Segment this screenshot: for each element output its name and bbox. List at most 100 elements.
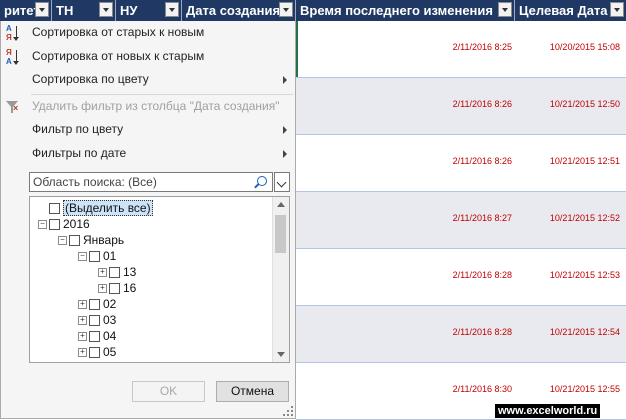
collapse-icon[interactable]: − — [78, 252, 87, 261]
checkbox[interactable] — [89, 299, 100, 310]
sort-icon-letter-top: А — [6, 24, 12, 33]
target-cell[interactable]: 10/21/2015 12:50 — [550, 99, 620, 109]
search-input[interactable]: Область поиска: (Все) — [29, 172, 273, 192]
checkbox[interactable] — [89, 331, 100, 342]
scroll-up-icon[interactable] — [277, 202, 285, 207]
filter-dropdown-button-active[interactable] — [279, 2, 293, 17]
menu-item-label: Сортировка по цвету — [32, 72, 149, 86]
submenu-arrow-icon — [283, 150, 287, 158]
checkbox[interactable] — [89, 315, 100, 326]
target-cell[interactable]: 10/21/2015 12:55 — [550, 384, 620, 394]
menu-item-label: Сортировка от новых к старым — [32, 49, 205, 63]
column-header-row: ритет ТН НУ Дата создания Время последне… — [0, 0, 626, 21]
target-cell[interactable]: 10/21/2015 12:52 — [550, 213, 620, 223]
sort-icon-letter-bottom: А — [6, 57, 12, 66]
tree-node-label: 01 — [103, 249, 117, 263]
checkbox[interactable] — [89, 347, 100, 358]
menu-item-clear-filter: × Удалить фильтр из столбца "Дата создан… — [1, 95, 295, 118]
checkbox[interactable] — [69, 235, 80, 246]
tree-node-label: 2016 — [63, 217, 90, 231]
table-row[interactable]: 2/11/2016 8:27 10/21/2015 12:52 — [296, 192, 626, 249]
checkbox[interactable] — [109, 267, 120, 278]
target-cell[interactable]: 10/21/2015 12:51 — [550, 156, 620, 166]
filter-dropdown-button[interactable] — [99, 2, 113, 17]
watermark: www.excelworld.ru — [495, 404, 601, 418]
column-header-target-label: Целевая Дата — [519, 3, 608, 18]
menu-item-sort-by-color[interactable]: Сортировка по цвету — [1, 68, 295, 91]
tree-node-label: 04 — [103, 329, 117, 343]
tree-node-label: (Выделить все) — [63, 200, 153, 216]
column-header-nu-label: НУ — [120, 3, 138, 18]
table-row[interactable]: 2/11/2016 8:26 10/21/2015 12:51 — [296, 135, 626, 192]
tree-node-label: 16 — [123, 281, 137, 295]
expand-icon[interactable]: + — [78, 300, 87, 309]
column-header-modified-label: Время последнего изменения — [300, 3, 493, 18]
menu-item-date-filters[interactable]: Фильтры по дате — [1, 142, 295, 165]
modified-cell[interactable]: 2/11/2016 8:25 — [453, 42, 512, 52]
checkbox[interactable] — [49, 219, 60, 230]
filter-dropdown-button[interactable] — [35, 2, 49, 17]
menu-item-filter-by-color[interactable]: Фильтр по цвету — [1, 118, 295, 141]
table-row[interactable]: 2/11/2016 8:26 10/21/2015 12:50 — [296, 78, 626, 135]
scroll-down-icon[interactable] — [277, 352, 285, 357]
column-header-created-label: Дата создания — [186, 3, 281, 18]
menu-item-sort-new-old[interactable]: Я А Сортировка от новых к старым — [1, 45, 295, 68]
expand-icon[interactable]: + — [98, 268, 107, 277]
filter-dropdown-button[interactable] — [165, 2, 179, 17]
scroll-thumb[interactable] — [275, 215, 286, 253]
filter-dropdown-button[interactable] — [610, 2, 624, 17]
menu-item-sort-old-new[interactable]: А Я Сортировка от старых к новым — [1, 21, 295, 44]
tree-node-label: 05 — [103, 345, 117, 359]
submenu-arrow-icon — [283, 76, 287, 84]
target-cell[interactable]: 10/20/2015 15:08 — [550, 42, 620, 52]
column-header-priority[interactable]: ритет — [0, 0, 52, 21]
cancel-button[interactable]: Отмена — [216, 381, 289, 402]
column-header-tn[interactable]: ТН — [52, 0, 116, 21]
modified-cell[interactable]: 2/11/2016 8:28 — [453, 270, 512, 280]
tree-node-label: Январь — [83, 233, 125, 247]
column-header-nu[interactable]: НУ — [116, 0, 182, 21]
table-row[interactable]: 2/11/2016 8:28 10/21/2015 12:53 — [296, 249, 626, 306]
modified-cell[interactable]: 2/11/2016 8:30 — [453, 384, 512, 394]
autofilter-menu: А Я Сортировка от старых к новым Я А Сор… — [0, 21, 296, 419]
modified-cell[interactable]: 2/11/2016 8:26 — [453, 156, 512, 166]
search-icon[interactable] — [257, 176, 267, 186]
column-header-modified[interactable]: Время последнего изменения — [296, 0, 515, 21]
submenu-arrow-icon — [283, 126, 287, 134]
search-scope-dropdown[interactable] — [274, 172, 290, 192]
column-header-tn-label: ТН — [56, 3, 74, 18]
modified-cell[interactable]: 2/11/2016 8:27 — [453, 213, 512, 223]
menu-item-label: Сортировка от старых к новым — [32, 25, 205, 39]
tree-node-label: 03 — [103, 313, 117, 327]
sort-icon-letter-top: Я — [6, 48, 12, 57]
tree-scrollbar[interactable] — [272, 197, 289, 362]
sort-icon-letter-bottom: Я — [6, 33, 12, 42]
checkbox[interactable] — [89, 251, 100, 262]
menu-item-label: Фильтр по цвету — [32, 122, 124, 136]
menu-item-label: Фильтры по дате — [32, 146, 127, 160]
expand-icon[interactable]: + — [78, 332, 87, 341]
table-row[interactable]: 2/11/2016 8:25 10/20/2015 15:08 — [296, 21, 626, 78]
target-cell[interactable]: 10/21/2015 12:54 — [550, 327, 620, 337]
resize-grip-icon[interactable] — [283, 406, 293, 416]
tree-node-label: 02 — [103, 297, 117, 311]
expand-icon[interactable]: + — [98, 284, 107, 293]
checkbox[interactable] — [109, 283, 120, 294]
filter-value-tree: (Выделить все) − 2016 − Январь − 01 + 13… — [29, 196, 290, 363]
expand-icon[interactable]: + — [78, 348, 87, 357]
table-row[interactable]: 2/11/2016 8:28 10/21/2015 12:54 — [296, 306, 626, 363]
clear-filter-x-icon: × — [13, 103, 19, 113]
column-header-created[interactable]: Дата создания — [182, 0, 296, 21]
target-cell[interactable]: 10/21/2015 12:53 — [550, 270, 620, 280]
modified-cell[interactable]: 2/11/2016 8:26 — [453, 99, 512, 109]
filter-dropdown-button[interactable] — [498, 2, 512, 17]
search-placeholder: Область поиска: (Все) — [33, 175, 157, 189]
column-header-target[interactable]: Целевая Дата — [515, 0, 626, 21]
collapse-icon[interactable]: − — [58, 236, 67, 245]
expand-icon[interactable]: + — [78, 316, 87, 325]
checkbox[interactable] — [49, 203, 60, 214]
collapse-icon[interactable]: − — [38, 220, 47, 229]
menu-item-label: Удалить фильтр из столбца "Дата создания… — [32, 99, 280, 113]
ok-button: OK — [132, 381, 205, 402]
modified-cell[interactable]: 2/11/2016 8:28 — [453, 327, 512, 337]
